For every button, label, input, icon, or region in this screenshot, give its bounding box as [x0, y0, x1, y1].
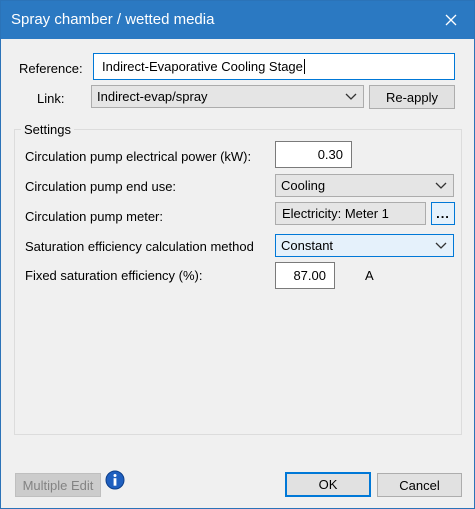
pump-meter-field[interactable]: Electricity: Meter 1: [275, 202, 426, 225]
pump-meter-browse-button[interactable]: ...: [431, 202, 455, 225]
window-title: Spray chamber / wetted media: [11, 11, 215, 28]
fixed-sat-input[interactable]: 87.00: [275, 262, 335, 289]
fixed-sat-flag: A: [365, 268, 374, 283]
multiple-edit-button[interactable]: Multiple Edit: [15, 473, 101, 497]
fixed-sat-label: Fixed saturation efficiency (%):: [25, 268, 203, 283]
sat-method-dropdown[interactable]: Constant: [275, 234, 454, 257]
reapply-button[interactable]: Re-apply: [369, 85, 455, 109]
link-dropdown[interactable]: Indirect-evap/spray: [91, 85, 364, 108]
pump-end-use-value: Cooling: [281, 178, 326, 193]
text-caret: [303, 59, 305, 74]
reference-value: Indirect-Evaporative Cooling Stage: [102, 59, 303, 74]
ok-button[interactable]: OK: [285, 472, 371, 497]
chevron-down-icon: [435, 242, 447, 249]
sat-method-label: Saturation efficiency calculation method: [25, 239, 254, 254]
link-value: Indirect-evap/spray: [97, 89, 208, 104]
pump-power-value: 0.30: [317, 147, 343, 162]
pump-end-use-dropdown[interactable]: Cooling: [275, 174, 454, 197]
chevron-down-icon: [435, 182, 447, 189]
settings-group-label: Settings: [21, 122, 74, 137]
link-label: Link:: [37, 91, 65, 106]
sat-method-value: Constant: [281, 238, 334, 253]
close-button[interactable]: [438, 7, 464, 33]
cancel-button[interactable]: Cancel: [377, 473, 462, 497]
chevron-down-icon: [345, 93, 357, 100]
title-bar: Spray chamber / wetted media: [1, 1, 474, 39]
close-icon: [445, 14, 457, 26]
pump-power-label: Circulation pump electrical power (kW):: [25, 149, 252, 164]
pump-meter-label: Circulation pump meter:: [25, 209, 163, 224]
pump-meter-value: Electricity: Meter 1: [282, 206, 389, 221]
dialog-window: Spray chamber / wetted media Reference: …: [0, 0, 475, 509]
info-icon[interactable]: [105, 470, 125, 490]
reference-input[interactable]: Indirect-Evaporative Cooling Stage: [93, 53, 455, 80]
pump-power-input[interactable]: 0.30: [275, 141, 352, 168]
fixed-sat-value: 87.00: [293, 268, 326, 283]
reference-label: Reference:: [19, 61, 83, 76]
pump-end-use-label: Circulation pump end use:: [25, 179, 177, 194]
